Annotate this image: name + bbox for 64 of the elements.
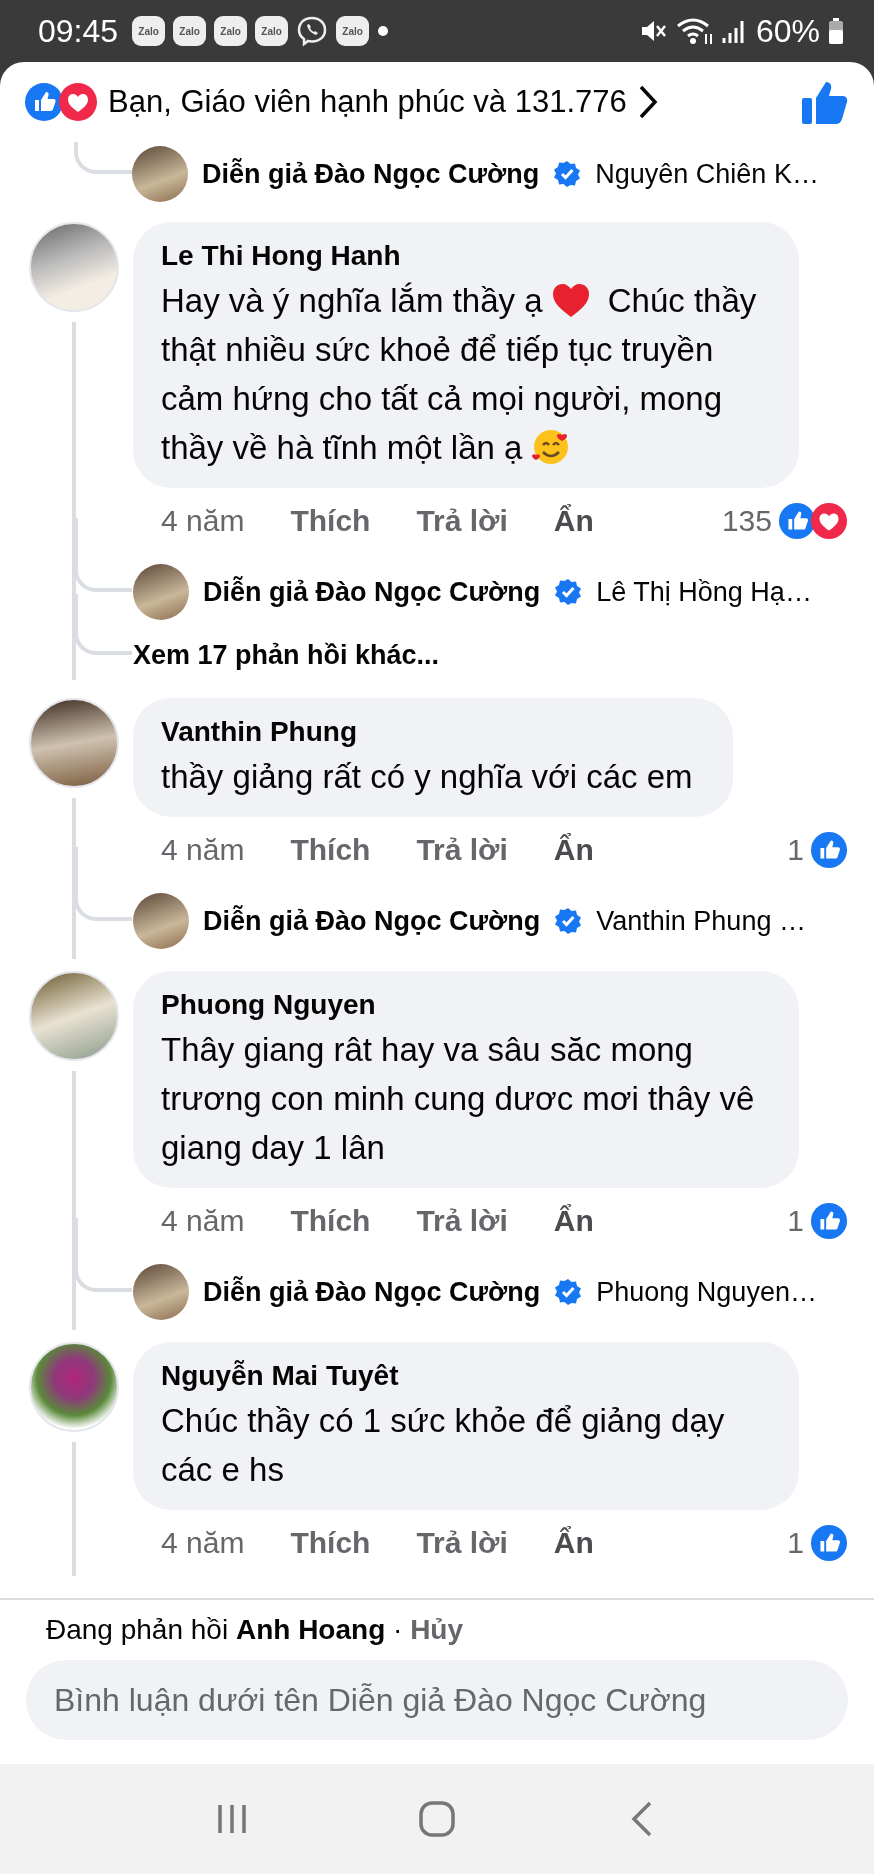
reactions-summary[interactable]: Bạn, Giáo viên hạnh phúc và 131.776 bbox=[108, 84, 627, 120]
separator: · bbox=[392, 1614, 404, 1645]
comment-text: Chúc thầy có 1 sức khỏe để giảng dạy các e hs bbox=[161, 1401, 726, 1490]
chat-app-icon: Zalo bbox=[214, 16, 248, 46]
comment-text: thầy giảng rất có y nghĩa với các em bbox=[161, 757, 693, 797]
avatar[interactable] bbox=[133, 564, 189, 620]
wifi-icon bbox=[675, 16, 714, 46]
reaction-count: 1 bbox=[787, 1204, 804, 1238]
comment-time: 4 năm bbox=[161, 1204, 245, 1238]
clock: 09:45 bbox=[38, 12, 119, 50]
phone-bubble-icon bbox=[296, 15, 329, 47]
replying-name: Anh Hoang bbox=[235, 1614, 386, 1645]
chat-app-icon: Zalo bbox=[173, 16, 207, 46]
hide-link[interactable]: Ẩn bbox=[553, 1526, 594, 1560]
comment-author[interactable]: Le Thi Hong Hanh bbox=[161, 236, 759, 276]
comment-time: 4 năm bbox=[161, 1526, 245, 1560]
hide-link[interactable]: Ẩn bbox=[553, 833, 594, 867]
battery-icon bbox=[828, 17, 844, 45]
more-replies-link[interactable]: Xem 17 phản hồi khác... bbox=[133, 639, 440, 671]
verified-badge-icon bbox=[554, 907, 583, 935]
reply-author[interactable]: Diễn giả Đào Ngọc Cường bbox=[203, 576, 541, 608]
reaction-count: 1 bbox=[787, 1526, 804, 1560]
reply-author[interactable]: Diễn giả Đào Ngọc Cường bbox=[203, 1276, 541, 1308]
comment-author[interactable]: Vanthin Phung bbox=[161, 712, 693, 752]
reply-author[interactable]: Diễn giả Đào Ngọc Cường bbox=[203, 905, 541, 937]
cancel-link[interactable]: Hủy bbox=[410, 1614, 464, 1645]
hide-link[interactable]: Ẩn bbox=[553, 1204, 594, 1238]
comment-time: 4 năm bbox=[161, 504, 245, 538]
verified-badge-icon bbox=[553, 160, 582, 188]
reaction-count: 1 bbox=[787, 833, 804, 867]
comment-time: 4 năm bbox=[161, 833, 245, 867]
comment-text: Hay và ý nghĩa lắm thầy ạ Chúc thầy thật nhiều sức khoẻ để tiếp tục truyền cảm hứng cho tất cả mọi người, mong thầy về hà tĩnh một lần ạ bbox=[161, 281, 758, 469]
like-link[interactable]: Thích bbox=[290, 1526, 371, 1560]
reply-link[interactable]: Trả lời bbox=[416, 504, 508, 538]
thread-connector bbox=[74, 594, 132, 655]
reply-preview: Vanthin Phung … bbox=[596, 905, 806, 937]
home-icon[interactable] bbox=[417, 1799, 457, 1839]
chat-app-icon: Zalo bbox=[255, 16, 289, 46]
reaction-count: 135 bbox=[721, 504, 772, 538]
avatar[interactable] bbox=[132, 146, 188, 202]
comment-text: Thây giang rât hay va sâu săc mong trương con minh cung dươc mơi thây vê giang day 1 lân bbox=[161, 1030, 756, 1168]
comment-author[interactable]: Nguyễn Mai Tuyêt bbox=[161, 1356, 759, 1396]
reply-link[interactable]: Trả lời bbox=[416, 833, 508, 867]
reply-author[interactable]: Diễn giả Đào Ngọc Cường bbox=[202, 158, 540, 190]
dot-icon bbox=[377, 25, 390, 37]
verified-badge-icon bbox=[554, 578, 583, 606]
avatar[interactable] bbox=[133, 1264, 189, 1320]
reply-preview: Nguyên Chiên K… bbox=[595, 158, 819, 190]
comment-input[interactable]: Bình luận dưới tên Diễn giả Đào Ngọc Cường bbox=[26, 1660, 848, 1740]
chat-app-icon: Zalo bbox=[132, 16, 166, 46]
like-link[interactable]: Thích bbox=[290, 1204, 371, 1238]
like-link[interactable]: Thích bbox=[290, 833, 371, 867]
avatar[interactable] bbox=[133, 893, 189, 949]
reply-link[interactable]: Trả lời bbox=[416, 1204, 508, 1238]
like-link[interactable]: Thích bbox=[290, 504, 371, 538]
verified-badge-icon bbox=[554, 1278, 583, 1306]
reply-link[interactable]: Trả lời bbox=[416, 1526, 508, 1560]
chat-app-icon: Zalo bbox=[336, 16, 370, 46]
hide-link[interactable]: Ẩn bbox=[553, 504, 594, 538]
comment-author[interactable]: Phuong Nguyen bbox=[161, 985, 759, 1025]
replying-label: Đang phản hồi bbox=[46, 1614, 230, 1645]
reply-preview: Phuong Nguyen… bbox=[596, 1276, 817, 1308]
battery-percent: 60% bbox=[755, 12, 820, 50]
reply-preview: Lê Thị Hồng Hạ… bbox=[596, 576, 812, 608]
